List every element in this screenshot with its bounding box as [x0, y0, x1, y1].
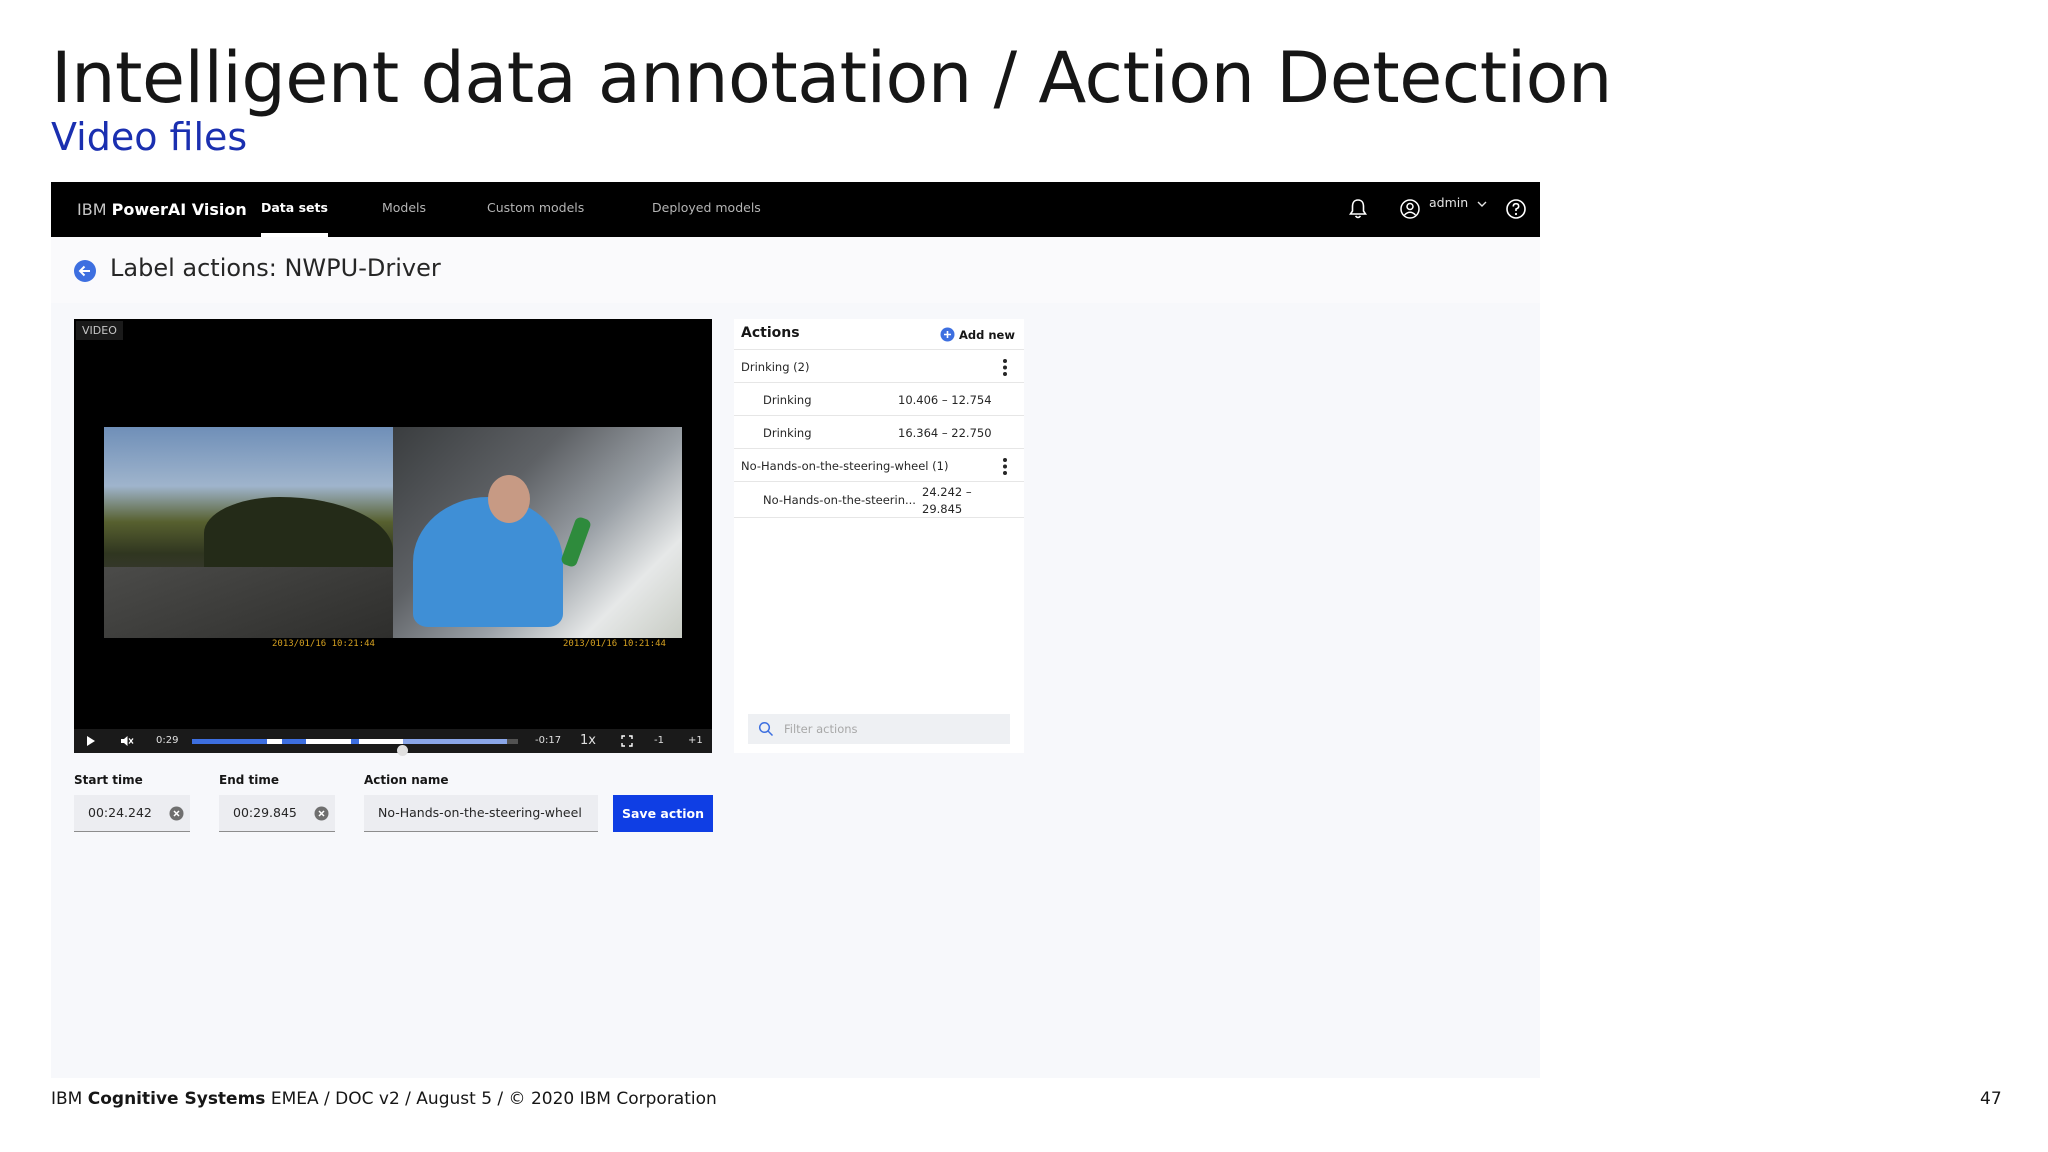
help-icon[interactable] — [1503, 196, 1529, 222]
slide-footer: IBM Cognitive Systems EMEA / DOC v2 / Au… — [51, 1089, 717, 1109]
mute-icon[interactable] — [120, 734, 134, 748]
tab-models[interactable]: Models — [382, 182, 426, 237]
tab-data-sets[interactable]: Data sets — [261, 182, 328, 237]
road-camera-view — [104, 427, 393, 638]
play-icon[interactable] — [86, 736, 96, 746]
back-arrow-icon[interactable] — [73, 259, 97, 283]
app-screenshot: IBM PowerAI Vision Data sets Models Cust… — [51, 182, 1540, 1078]
brand-prefix: IBM — [77, 200, 112, 219]
actions-panel-title: Actions — [741, 325, 800, 341]
start-time-label: Start time — [74, 773, 143, 787]
brand[interactable]: IBM PowerAI Vision — [77, 182, 247, 237]
clear-icon[interactable] — [314, 806, 329, 821]
action-item[interactable]: Drinking 16.364 – 22.750 — [734, 416, 1024, 449]
video-timestamp-right: 2013/01/16 10:21:44 — [563, 639, 666, 649]
driver-camera-view — [393, 427, 682, 638]
top-navigation: IBM PowerAI Vision Data sets Models Cust… — [51, 182, 1540, 237]
add-new-button[interactable]: Add new — [959, 328, 1015, 342]
actions-panel-header: Actions Add new — [734, 319, 1024, 350]
group-label: No-Hands-on-the-steering-wheel (1) — [741, 459, 949, 473]
slide-title: Intelligent data annotation / Action Det… — [51, 37, 1612, 119]
playback-speed[interactable]: 1x — [580, 729, 596, 753]
action-item[interactable]: Drinking 10.406 – 12.754 — [734, 383, 1024, 416]
tab-deployed-models[interactable]: Deployed models — [652, 182, 761, 237]
video-badge: VIDEO — [76, 321, 123, 340]
action-item-name: Drinking — [763, 393, 812, 407]
footer-text: EMEA / DOC v2 / August 5 / © 2020 IBM Co… — [265, 1089, 717, 1109]
video-controls: 0:29 -0:17 1x -1 +1 — [74, 729, 712, 756]
save-action-button[interactable]: Save action — [613, 795, 713, 832]
page-header: Label actions: NWPU-Driver — [51, 237, 1540, 303]
page-title: Label actions: NWPU-Driver — [110, 254, 441, 282]
remaining-time: -0:17 — [535, 735, 562, 746]
end-time-field[interactable]: 00:29.845 — [219, 795, 335, 832]
brand-name: PowerAI Vision — [111, 200, 247, 219]
slide-subtitle: Video files — [51, 115, 248, 159]
filter-actions[interactable] — [748, 714, 1010, 744]
tab-custom-models[interactable]: Custom models — [487, 182, 584, 237]
add-icon[interactable] — [940, 327, 955, 342]
step-forward-button[interactable]: +1 — [688, 729, 703, 753]
end-time-label: End time — [219, 773, 279, 787]
action-item-time: 24.242 – 29.845 — [922, 485, 972, 516]
end-time-value: 00:29.845 — [233, 805, 297, 820]
timeline-scrubber[interactable] — [397, 745, 408, 756]
footer-brand-bold: Cognitive Systems — [87, 1089, 266, 1109]
action-item-time: 10.406 – 12.754 — [898, 393, 992, 407]
elapsed-time: 0:29 — [156, 735, 179, 746]
group-label: Drinking (2) — [741, 360, 810, 374]
search-icon — [758, 721, 774, 737]
action-group-no-hands[interactable]: No-Hands-on-the-steering-wheel (1) — [734, 449, 1024, 482]
actions-panel: Actions Add new Drinking (2) Drinking 10… — [734, 319, 1024, 753]
action-item[interactable]: No-Hands-on-the-steerin... 24.242 – 29.8… — [734, 482, 1024, 518]
action-item-time: 16.364 – 22.750 — [898, 426, 992, 440]
action-name-value: No-Hands-on-the-steering-wheel — [378, 805, 582, 820]
overflow-menu-icon[interactable] — [1002, 358, 1008, 377]
video-timestamp-left: 2013/01/16 10:21:44 — [272, 639, 375, 649]
start-time-field[interactable]: 00:24.242 — [74, 795, 190, 832]
start-time-value: 00:24.242 — [88, 805, 152, 820]
fullscreen-icon[interactable] — [621, 735, 633, 747]
step-back-button[interactable]: -1 — [654, 729, 664, 753]
chevron-down-icon — [1477, 201, 1487, 207]
action-item-name: Drinking — [763, 426, 812, 440]
clear-icon[interactable] — [169, 806, 184, 821]
video-frame — [104, 427, 682, 638]
action-name-label: Action name — [364, 773, 449, 787]
action-item-name: No-Hands-on-the-steerin... — [763, 493, 916, 507]
footer-brand-prefix: IBM — [51, 1089, 88, 1109]
action-name-field[interactable]: No-Hands-on-the-steering-wheel — [364, 795, 598, 832]
video-timeline[interactable] — [192, 739, 518, 756]
action-group-drinking[interactable]: Drinking (2) — [734, 350, 1024, 383]
video-player[interactable]: VIDEO 2013/01/16 10:21:44 2013/01/16 10:… — [74, 319, 712, 756]
page-number: 47 — [1980, 1089, 2002, 1109]
user-avatar-icon[interactable] — [1397, 196, 1423, 222]
user-name: admin — [1429, 195, 1469, 210]
overflow-menu-icon[interactable] — [1002, 457, 1008, 476]
filter-actions-input[interactable] — [784, 714, 1004, 744]
user-menu[interactable]: admin — [1429, 195, 1487, 210]
bell-icon[interactable] — [1345, 196, 1371, 222]
